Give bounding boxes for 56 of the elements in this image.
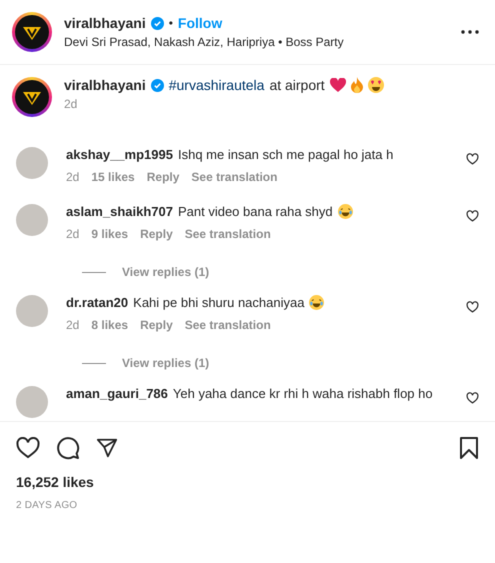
comment-username[interactable]: aman_gauri_786 [66, 386, 168, 401]
logo-avatar [15, 15, 49, 49]
follow-link[interactable]: Follow [178, 15, 222, 31]
likes-count[interactable]: 16,252 likes [0, 468, 495, 490]
avatar-placeholder [16, 386, 48, 418]
laughing-face-emoji-icon [338, 204, 353, 219]
translation-link[interactable]: See translation [191, 170, 278, 184]
avatar-placeholder [16, 295, 48, 327]
reply-link[interactable]: Reply [140, 318, 173, 332]
post-date: 2 DAYS AGO [15, 499, 78, 511]
hashtag-link[interactable]: #urvashirautela [168, 77, 264, 93]
comment-username[interactable]: aslam_shaikh707 [66, 204, 173, 219]
comment-time: 2d [66, 227, 80, 241]
view-replies-link[interactable]: View replies (1) [122, 356, 210, 370]
translation-link[interactable]: See translation [184, 318, 271, 332]
speech-bubble-icon [56, 436, 80, 460]
separator-dot: • [168, 16, 173, 30]
comment-time: 2d [66, 170, 80, 184]
caption-text: at airport [269, 77, 325, 93]
heart-icon [16, 437, 40, 459]
translation-link[interactable]: See translation [184, 227, 271, 241]
heart-icon [466, 153, 479, 165]
paper-plane-icon [96, 437, 118, 459]
comment-text: Yeh yaha dance kr rhi h waha rishabh flop ho [172, 386, 433, 401]
avatar-placeholder [16, 204, 48, 236]
comment-text: Ishq me insan sch me pagal ho jata h [178, 147, 394, 162]
smiling-face-emoji-icon [368, 77, 384, 93]
comment-time: 2d [66, 318, 80, 332]
save-button[interactable] [459, 437, 479, 459]
likes-count[interactable]: 9 likes [91, 227, 128, 241]
username[interactable]: viralbhayani [64, 77, 146, 93]
comment-button[interactable] [56, 436, 80, 460]
logo-avatar [15, 80, 49, 114]
fire-emoji-icon [350, 77, 363, 93]
audio-info[interactable]: Devi Sri Prasad, Nakash Aziz, Haripriya • Boss Party [64, 35, 449, 49]
heart-emoji-icon [330, 78, 346, 92]
comment-text: Kahi pe bhi shuru nachaniyaa [133, 295, 304, 310]
likes-count[interactable]: 15 likes [91, 170, 135, 184]
comment-username[interactable]: akshay__mp1995 [66, 147, 173, 162]
reply-link[interactable]: Reply [146, 170, 180, 184]
avatar-placeholder [16, 147, 48, 179]
post-time: 2d [64, 97, 78, 111]
laughing-face-emoji-icon [309, 295, 324, 310]
comment-username[interactable]: dr.ratan20 [66, 295, 128, 310]
more-options-icon[interactable] [461, 30, 479, 34]
reply-link[interactable]: Reply [140, 227, 173, 241]
comment-text: Pant video bana raha shyd [178, 204, 333, 219]
bookmark-icon [459, 437, 479, 459]
like-button[interactable] [16, 437, 40, 459]
username[interactable]: viralbhayani [64, 15, 146, 31]
heart-icon [466, 301, 479, 313]
likes-count[interactable]: 8 likes [91, 318, 128, 332]
heart-icon [466, 210, 479, 222]
view-replies-link[interactable]: View replies (1) [122, 265, 210, 279]
share-button[interactable] [96, 437, 118, 459]
heart-icon [466, 392, 479, 404]
